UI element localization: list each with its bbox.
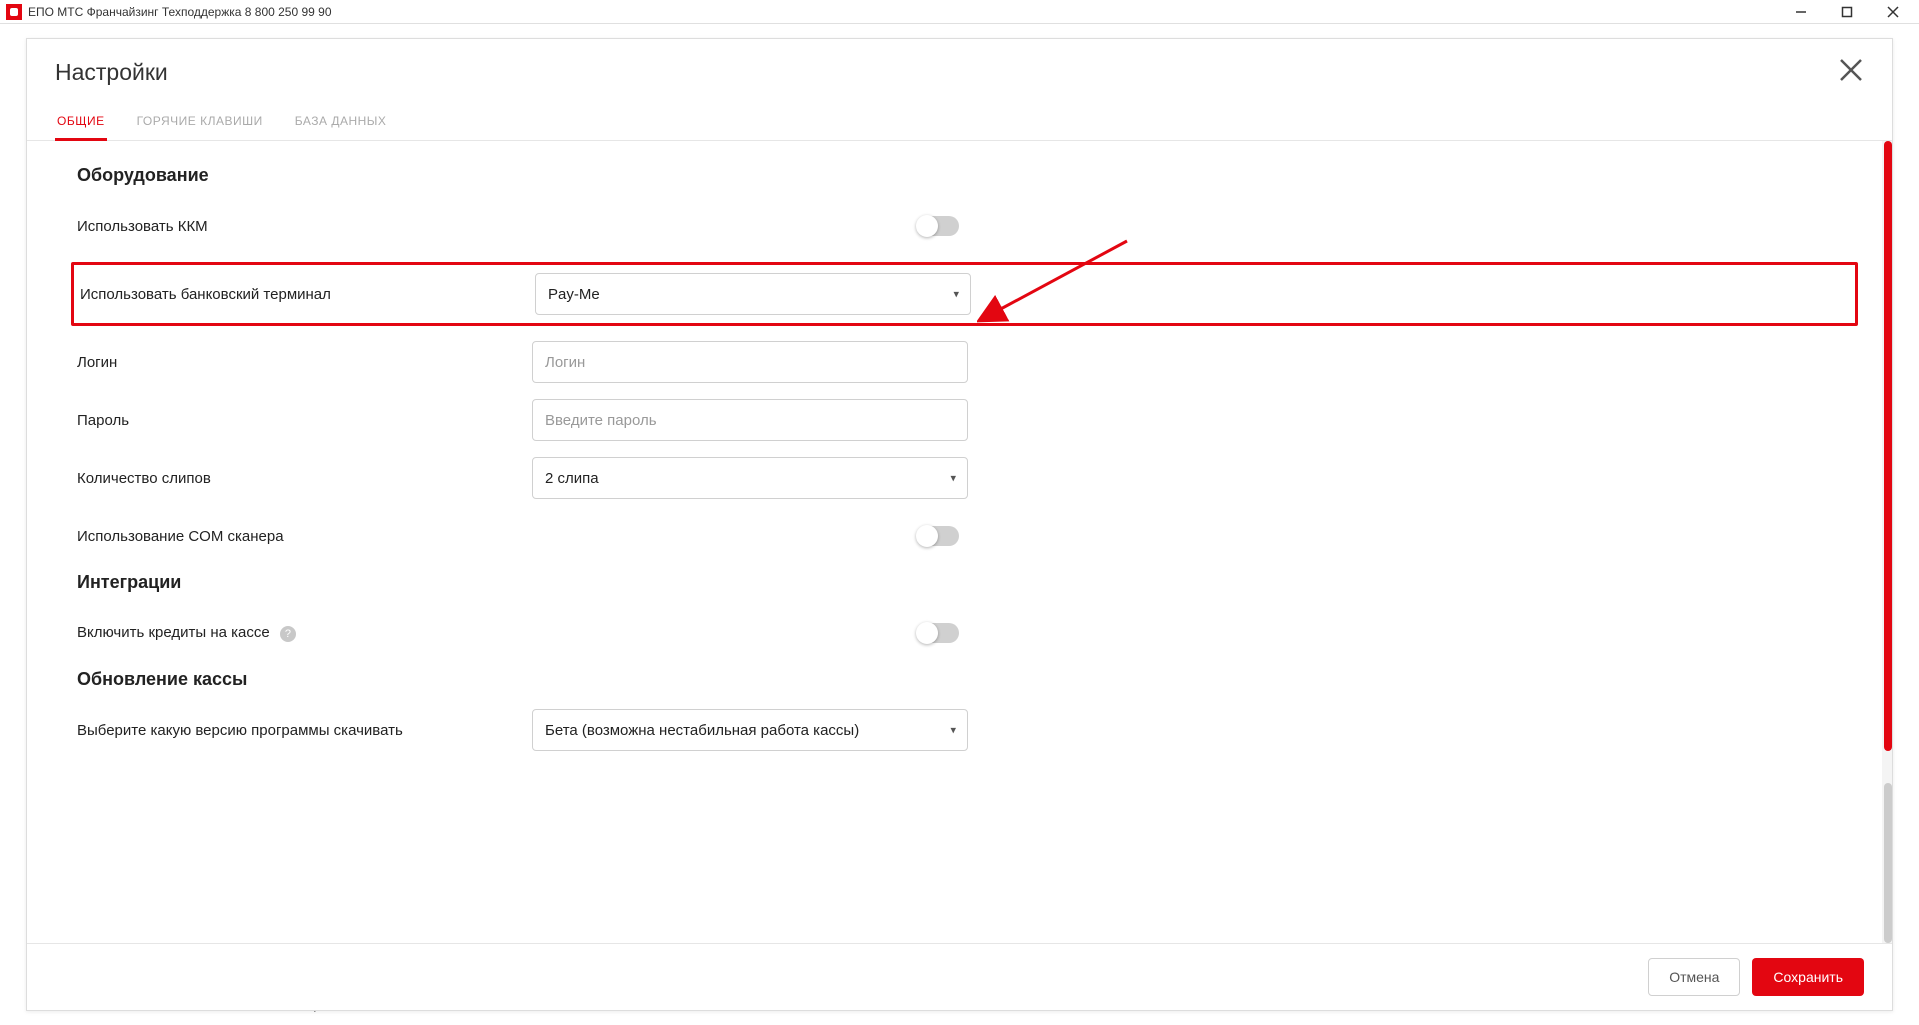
bank-terminal-row-highlight: Использовать банковский терминал Pay-Me	[71, 262, 1858, 326]
section-equipment-title: Оборудование	[77, 165, 1852, 186]
window-titlebar: ЕПО МТС Франчайзинг Техподдержка 8 800 2…	[0, 0, 1919, 24]
slips-count-select[interactable]: 2 слипа	[532, 457, 968, 499]
cancel-button[interactable]: Отмена	[1648, 958, 1740, 996]
section-integrations-title: Интеграции	[77, 572, 1852, 593]
dialog-title: Настройки	[55, 59, 168, 86]
window-title: ЕПО МТС Франчайзинг Техподдержка 8 800 2…	[28, 5, 332, 19]
use-kkm-toggle[interactable]	[917, 216, 959, 236]
window-minimize-button[interactable]	[1791, 2, 1811, 22]
version-label: Выберите какую версию программы скачиват…	[77, 722, 532, 739]
window-close-button[interactable]	[1883, 2, 1903, 22]
slips-count-label: Количество слипов	[77, 470, 532, 487]
scrollbar-track[interactable]	[1882, 141, 1892, 943]
help-icon[interactable]: ?	[280, 626, 296, 642]
credits-toggle[interactable]	[917, 623, 959, 643]
version-select[interactable]: Бета (возможна нестабильная работа кассы…	[532, 709, 968, 751]
com-scanner-toggle[interactable]	[917, 526, 959, 546]
bank-terminal-label: Использовать банковский терминал	[80, 286, 535, 303]
settings-dialog: Настройки ОБЩИЕ ГОРЯЧИЕ КЛАВИШИ БАЗА ДАН…	[26, 38, 1893, 1011]
com-scanner-label: Использование COM сканера	[77, 528, 532, 545]
tab-general[interactable]: ОБЩИЕ	[55, 104, 107, 141]
window-maximize-button[interactable]	[1837, 2, 1857, 22]
scrollbar-thumb-inactive	[1884, 783, 1892, 943]
dialog-tabs: ОБЩИЕ ГОРЯЧИЕ КЛАВИШИ БАЗА ДАННЫХ	[27, 104, 1892, 141]
tab-database[interactable]: БАЗА ДАННЫХ	[293, 104, 389, 140]
login-input[interactable]	[532, 341, 968, 383]
password-input[interactable]	[532, 399, 968, 441]
tab-hotkeys[interactable]: ГОРЯЧИЕ КЛАВИШИ	[135, 104, 265, 140]
use-kkm-label: Использовать ККМ	[77, 218, 532, 235]
save-button[interactable]: Сохранить	[1752, 958, 1864, 996]
scrollbar-thumb[interactable]	[1884, 141, 1892, 751]
app-logo-icon	[6, 4, 22, 20]
section-update-title: Обновление кассы	[77, 669, 1852, 690]
bank-terminal-select[interactable]: Pay-Me	[535, 273, 971, 315]
password-label: Пароль	[77, 412, 532, 429]
login-label: Логин	[77, 354, 532, 371]
credits-label: Включить кредиты на кассе ?	[77, 624, 532, 642]
dialog-close-button[interactable]	[1838, 57, 1864, 88]
